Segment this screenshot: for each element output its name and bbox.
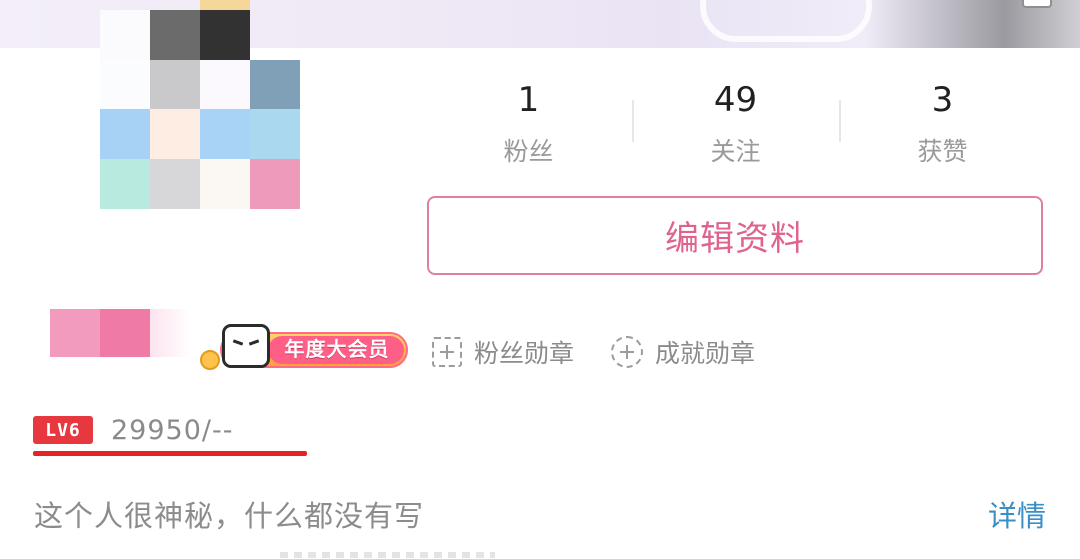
avatar-pixel bbox=[200, 0, 250, 10]
annual-vip-badge[interactable]: 年度大会员 bbox=[198, 324, 410, 376]
avatar-pixel bbox=[250, 159, 300, 209]
avatar-pixel bbox=[150, 60, 200, 109]
partial-content-fade bbox=[280, 552, 495, 558]
stat-label: 粉丝 bbox=[503, 137, 554, 166]
stat-label: 获赞 bbox=[917, 137, 968, 166]
achievement-medal-button[interactable]: 成就勋章 bbox=[611, 332, 755, 372]
details-link[interactable]: 详情 bbox=[988, 493, 1046, 535]
avatar-pixel bbox=[200, 60, 250, 109]
level-row[interactable]: LV6 29950/-- bbox=[33, 413, 233, 447]
avatar-pixel bbox=[200, 10, 250, 60]
avatar-pixel bbox=[100, 60, 150, 109]
stat-value: 1 bbox=[517, 80, 540, 120]
fan-medal-button[interactable]: 粉丝勋章 bbox=[432, 332, 574, 372]
avatar-pixel bbox=[200, 159, 250, 209]
avatar-pixel bbox=[200, 109, 250, 159]
banner-decoration bbox=[700, 0, 872, 42]
edit-profile-button[interactable]: 编辑资料 bbox=[427, 196, 1043, 275]
avatar[interactable] bbox=[100, 0, 300, 209]
fan-medal-add-icon bbox=[432, 337, 462, 367]
stat-following[interactable]: 49 关注 bbox=[632, 78, 839, 168]
level-highlight-underline bbox=[33, 451, 307, 456]
tv-mascot-icon bbox=[222, 324, 270, 368]
stat-fans[interactable]: 1 粉丝 bbox=[425, 78, 632, 168]
avatar-pixel bbox=[100, 109, 150, 159]
stats-row: 1 粉丝 49 关注 3 获赞 bbox=[425, 78, 1045, 178]
avatar-pixel bbox=[150, 10, 200, 60]
vip-badge-label: 年度大会员 bbox=[284, 337, 390, 361]
username bbox=[50, 309, 100, 357]
achievement-medal-label: 成就勋章 bbox=[655, 339, 756, 368]
username-blur bbox=[100, 309, 150, 357]
achievement-medal-add-icon bbox=[611, 336, 643, 368]
profile-bio: 这个人很神秘，什么都没有写 bbox=[34, 499, 425, 533]
avatar-pixel bbox=[250, 60, 300, 109]
avatar-pixel bbox=[250, 109, 300, 159]
stat-likes[interactable]: 3 获赞 bbox=[839, 78, 1046, 168]
fan-medal-label: 粉丝勋章 bbox=[474, 339, 575, 368]
stat-value: 49 bbox=[713, 80, 758, 120]
avatar-pixel bbox=[150, 159, 200, 209]
level-exp: 29950/-- bbox=[111, 414, 234, 446]
avatar-pixel bbox=[100, 10, 150, 60]
level-badge: LV6 bbox=[33, 416, 93, 444]
username-blur-fade bbox=[150, 309, 190, 357]
avatar-pixel bbox=[100, 159, 150, 209]
avatar-pixel bbox=[150, 109, 200, 159]
banner-corner-button[interactable] bbox=[1022, 0, 1052, 8]
coin-icon bbox=[200, 350, 220, 370]
stat-value: 3 bbox=[931, 80, 954, 120]
stat-label: 关注 bbox=[710, 137, 761, 166]
